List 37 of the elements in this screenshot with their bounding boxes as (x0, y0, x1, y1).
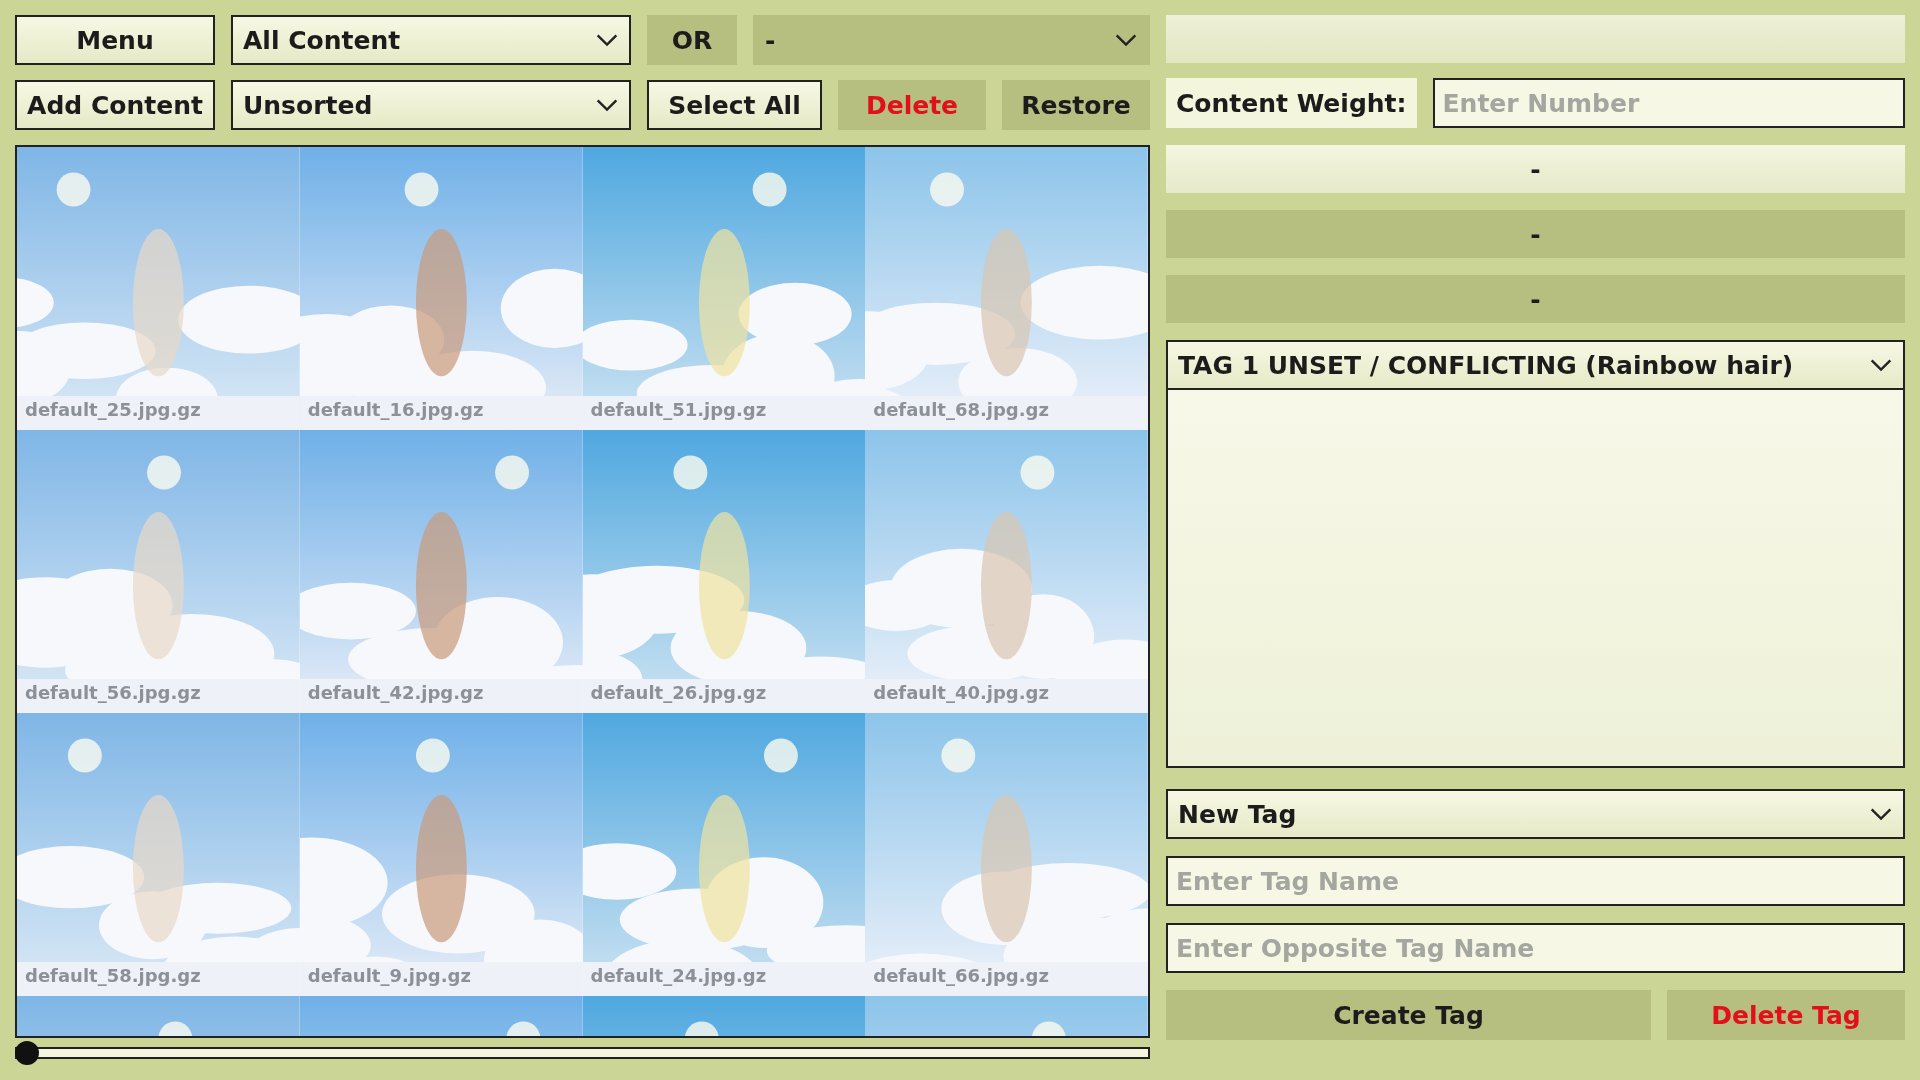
file-name: default_26.jpg.gz (590, 682, 767, 703)
file-name: default_40.jpg.gz (873, 682, 1049, 703)
tag-dropdown[interactable]: TAG 1 UNSET / CONFLICTING (Rainbow hair) (1166, 340, 1905, 390)
add-content-button[interactable]: Add Content (15, 80, 215, 130)
opposite-tag-name-field[interactable]: Enter Opposite Tag Name (1166, 923, 1905, 973)
tag-name-field[interactable]: Enter Tag Name (1166, 856, 1905, 906)
file-name: default_51.jpg.gz (590, 399, 767, 420)
content-filter-dropdown[interactable]: All Content (231, 15, 631, 65)
menu-button[interactable]: Menu (15, 15, 215, 65)
chevron-icon (595, 98, 619, 112)
chevron-icon (595, 33, 619, 47)
file-name: default_68.jpg.gz (873, 399, 1049, 420)
content-weight-label: Content Weight: (1166, 78, 1417, 128)
tag-slot-button[interactable]: - (1166, 275, 1905, 323)
file-name: default_16.jpg.gz (307, 399, 484, 420)
file-name: default_9.jpg.gz (307, 965, 471, 986)
file-name: default_66.jpg.gz (873, 965, 1049, 986)
content-weight-field[interactable]: Enter Number (1432, 78, 1905, 128)
tag-slot-button[interactable]: - (1166, 145, 1905, 193)
operator-button[interactable]: OR (647, 15, 737, 65)
tag-slot-button[interactable]: - (1166, 210, 1905, 258)
restore-button[interactable]: Restore (1002, 80, 1150, 130)
create-tag-button[interactable]: Create Tag (1166, 990, 1651, 1040)
file-name: default_24.jpg.gz (590, 965, 767, 986)
scroll-thumb[interactable] (15, 1041, 39, 1065)
scroll-track[interactable] (15, 1047, 1150, 1059)
second-filter-dropdown[interactable]: - (753, 15, 1150, 65)
select-all-button[interactable]: Select All (647, 80, 822, 130)
chevron-icon (1869, 358, 1893, 372)
new-tag-dropdown[interactable]: New Tag (1166, 789, 1905, 839)
sort-dropdown[interactable]: Unsorted (231, 80, 631, 130)
file-name: default_56.jpg.gz (25, 682, 201, 703)
chevron-icon (1114, 33, 1138, 47)
file-name: default_58.jpg.gz (25, 965, 201, 986)
chevron-icon (1869, 807, 1893, 821)
file-name: default_25.jpg.gz (25, 399, 201, 420)
file-name: default_42.jpg.gz (307, 682, 484, 703)
